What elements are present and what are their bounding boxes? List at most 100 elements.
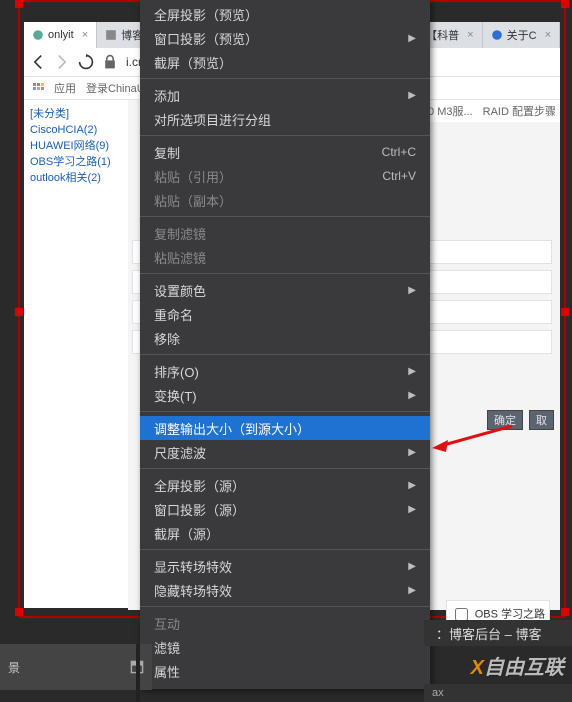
browser-tab-0[interactable]: onlyit × xyxy=(24,22,97,48)
context-menu-item[interactable]: 变换(T)▶ xyxy=(140,383,430,407)
submenu-arrow-icon: ▶ xyxy=(408,285,416,296)
menu-item-label: 截屏（源） xyxy=(154,524,219,543)
tab-label: onlyit xyxy=(48,29,74,41)
obs-dock-panel: 景 xyxy=(0,644,152,690)
status-fragment: ax xyxy=(424,684,572,702)
paw-icon xyxy=(491,29,503,41)
context-menu-item[interactable]: 设置颜色 ▶ xyxy=(140,278,430,302)
back-icon[interactable] xyxy=(30,54,46,70)
resize-handle-tr[interactable] xyxy=(561,0,569,8)
menu-item-label: 隐藏转场特效 xyxy=(154,581,232,600)
resize-handle-br[interactable] xyxy=(561,608,569,616)
submenu-arrow-icon: ▶ xyxy=(408,480,416,491)
context-menu-item[interactable]: 排序(O)▶ xyxy=(140,359,430,383)
menu-item-label: 属性 xyxy=(154,662,180,681)
menu-item-label: 窗口投影（预览） xyxy=(154,29,258,48)
menu-item-label: 复制 xyxy=(154,143,180,162)
context-menu-item[interactable]: 截屏（预览） xyxy=(140,50,430,74)
menu-item-label: 滤镜 xyxy=(154,638,180,657)
checkbox-label: OBS 学习之路 xyxy=(475,608,545,620)
window-title-text: ：博客后台 – 博客 xyxy=(436,624,541,643)
confirm-button[interactable]: 确定 xyxy=(487,410,523,430)
sidebar-link[interactable]: CiscoHCIA(2) xyxy=(30,122,122,138)
context-menu-item[interactable]: 窗口投影（源） ▶ xyxy=(140,497,430,521)
forward-icon[interactable] xyxy=(54,54,70,70)
cancel-button[interactable]: 取 xyxy=(529,410,554,430)
menu-item-label: 显示转场特效 xyxy=(154,557,232,576)
submenu-arrow-icon: ▶ xyxy=(408,447,416,458)
menu-item-label: 粘贴滤镜 xyxy=(154,248,206,267)
submenu-arrow-icon: ▶ xyxy=(408,504,416,515)
menu-item-label: 复制滤镜 xyxy=(154,224,206,243)
menu-item-label: 添加 xyxy=(154,86,180,105)
dock-separator xyxy=(136,644,140,702)
watermark-text: 自由互联 xyxy=(484,657,564,679)
close-icon[interactable]: × xyxy=(82,29,88,41)
context-menu-item[interactable]: 调整输出大小（到源大小） xyxy=(140,416,430,440)
menu-item-label: 窗口投影（源） xyxy=(154,500,245,519)
context-menu-item: 粘贴（引用） Ctrl+V xyxy=(140,164,430,188)
menu-item-shortcut: Ctrl+C xyxy=(382,145,416,159)
context-menu-item: 粘贴（副本） xyxy=(140,188,430,212)
context-menu-item[interactable]: 属性 xyxy=(140,659,430,683)
menu-item-label: 设置颜色 xyxy=(154,281,206,300)
context-menu-item[interactable]: 移除 xyxy=(140,326,430,350)
context-menu-item: 粘贴滤镜 xyxy=(140,245,430,269)
dock-label: 景 xyxy=(8,659,20,676)
sidebar-link[interactable]: HUAWEI网络(9) xyxy=(30,138,122,154)
context-menu-item: 互动 xyxy=(140,611,430,635)
resize-handle-bl[interactable] xyxy=(15,608,23,616)
reload-icon[interactable] xyxy=(78,54,94,70)
apps-grid-icon[interactable] xyxy=(32,82,44,94)
context-menu-item[interactable]: 全屏投影（源） ▶ xyxy=(140,473,430,497)
menu-item-label: 粘贴（引用） xyxy=(154,167,232,186)
submenu-arrow-icon: ▶ xyxy=(408,390,416,401)
context-menu-item[interactable]: 截屏（源） xyxy=(140,521,430,545)
top-link[interactable]: RAID 配置步骤 xyxy=(483,103,556,119)
menu-item-label: 全屏投影（预览） xyxy=(154,5,258,24)
context-menu: 全屏投影（预览） 窗口投影（预览） ▶ 截屏（预览） 添加 ▶ 对所选项目进行分组复制 Ctr… xyxy=(140,0,430,689)
submenu-arrow-icon: ▶ xyxy=(408,33,416,44)
context-menu-item[interactable]: 对所选项目进行分组 xyxy=(140,107,430,131)
resize-handle-mr[interactable] xyxy=(561,308,569,316)
context-menu-item[interactable]: 显示转场特效 ▶ xyxy=(140,554,430,578)
context-menu-item[interactable]: 滤镜 xyxy=(140,635,430,659)
bookmark-item[interactable]: 登录ChinaU xyxy=(86,80,145,96)
resize-handle-ml[interactable] xyxy=(15,308,23,316)
context-menu-item: 复制滤镜 xyxy=(140,221,430,245)
submenu-arrow-icon: ▶ xyxy=(408,366,416,377)
watermark: X自由互联 xyxy=(471,651,564,680)
context-menu-item[interactable]: 窗口投影（预览） ▶ xyxy=(140,26,430,50)
menu-item-label: 全屏投影（源） xyxy=(154,476,245,495)
menu-item-label: 粘贴（副本） xyxy=(154,191,232,210)
sidebar-link[interactable]: [未分类] xyxy=(30,106,122,122)
globe-icon xyxy=(32,29,44,41)
context-menu-item[interactable]: 全屏投影（预览） xyxy=(140,2,430,26)
context-menu-item[interactable]: 隐藏转场特效 ▶ xyxy=(140,578,430,602)
menu-item-label: 重命名 xyxy=(154,305,193,324)
bookmark-apps[interactable]: 应用 xyxy=(54,80,76,96)
menu-item-label: 对所选项目进行分组 xyxy=(154,110,271,129)
menu-item-shortcut: Ctrl+V xyxy=(382,169,416,183)
context-menu-item[interactable]: 复制 Ctrl+C xyxy=(140,140,430,164)
context-menu-item[interactable]: 重命名 xyxy=(140,302,430,326)
sidebar-link[interactable]: outlook相关(2) xyxy=(30,170,122,186)
submenu-arrow-icon: ▶ xyxy=(408,90,416,101)
context-menu-item[interactable]: 添加 ▶ xyxy=(140,83,430,107)
close-icon[interactable]: × xyxy=(545,29,551,41)
status-text: ax xyxy=(432,687,444,699)
tab-label: 关于C xyxy=(507,27,537,43)
menu-item-label: 截屏（预览） xyxy=(154,53,232,72)
close-icon[interactable]: × xyxy=(467,29,473,41)
browser-tab-3[interactable]: 关于C × xyxy=(483,22,560,48)
tab-label: 【科普 xyxy=(426,27,459,43)
submenu-arrow-icon: ▶ xyxy=(408,561,416,572)
submenu-arrow-icon: ▶ xyxy=(408,585,416,596)
menu-item-label: 互动 xyxy=(154,614,180,633)
script-icon xyxy=(105,29,117,41)
context-menu-item[interactable]: 尺度滤波▶ xyxy=(140,440,430,464)
resize-handle-tl[interactable] xyxy=(15,0,23,8)
sidebar-link[interactable]: OBS学习之路(1) xyxy=(30,154,122,170)
lock-icon xyxy=(102,54,118,70)
menu-item-label: 移除 xyxy=(154,329,180,348)
